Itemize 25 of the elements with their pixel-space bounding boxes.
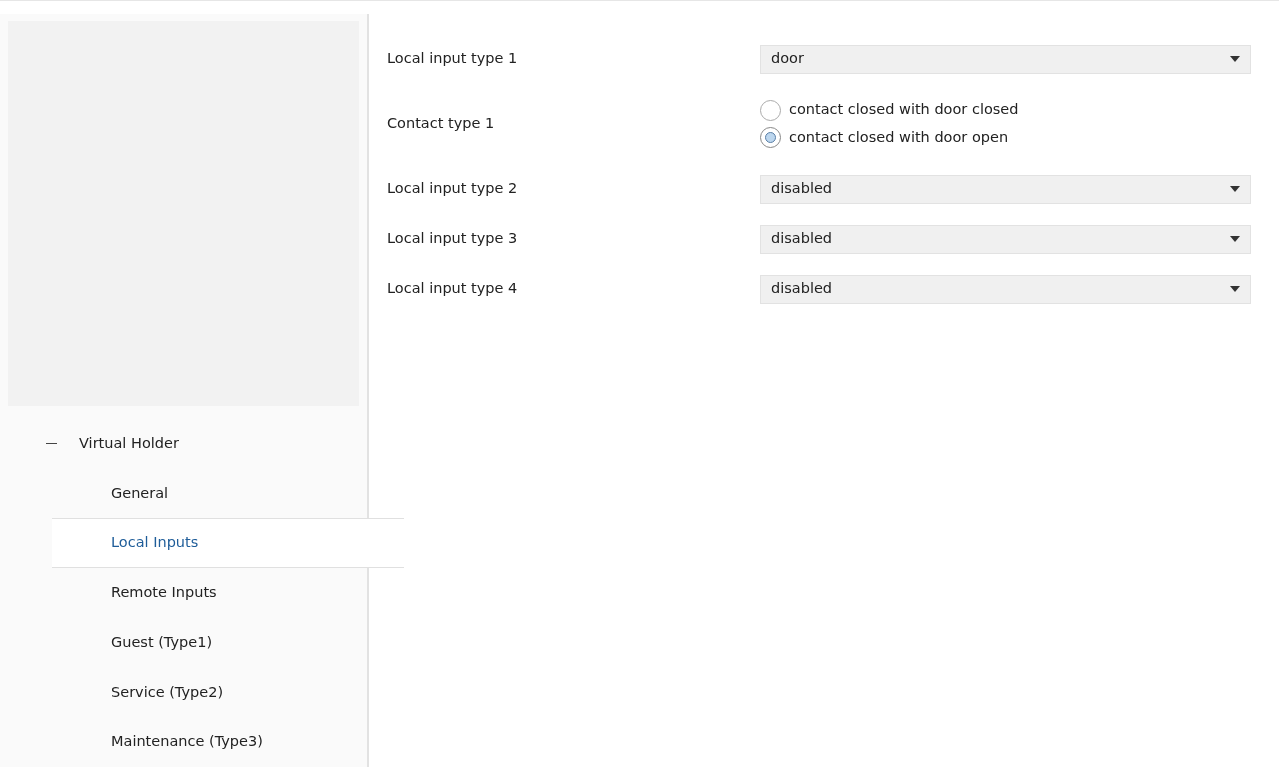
tree-item[interactable]: Service (Type2) (17, 667, 367, 718)
tree-item[interactable]: General (17, 468, 367, 519)
dropdown-field[interactable]: disabled (760, 274, 1251, 304)
tree-item[interactable]: Local Inputs (52, 518, 404, 569)
dropdown-field[interactable]: door (760, 44, 1251, 74)
parameter-label: Local input type 1 (387, 49, 519, 69)
dropdown-field[interactable]: disabled (760, 224, 1251, 254)
parameter-label: Local input type 2 (387, 179, 519, 199)
collapse-icon[interactable] (46, 442, 57, 445)
caret-icon (1230, 236, 1240, 242)
caret-icon (1230, 286, 1240, 292)
radio-option[interactable]: contact closed with door closed (760, 99, 1019, 121)
caret-icon (1230, 186, 1240, 192)
tree-item[interactable]: Remote Inputs (17, 568, 367, 618)
caret-icon (1230, 56, 1240, 62)
dropdown-field[interactable]: disabled (760, 174, 1251, 204)
tree-node-label[interactable]: Virtual Holder (79, 432, 179, 455)
radio-button[interactable] (760, 99, 781, 121)
tree-item[interactable]: Guest (Type1) (17, 617, 367, 668)
parameter-label: Local input type 4 (387, 279, 519, 299)
parameter-label: Local input type 3 (387, 229, 519, 249)
parameter-label: Contact type 1 (387, 114, 496, 134)
radio-option[interactable]: contact closed with door open (760, 127, 1019, 149)
tree-item[interactable]: Maintenance (Type3) (17, 717, 367, 767)
radio-button[interactable] (760, 127, 781, 149)
